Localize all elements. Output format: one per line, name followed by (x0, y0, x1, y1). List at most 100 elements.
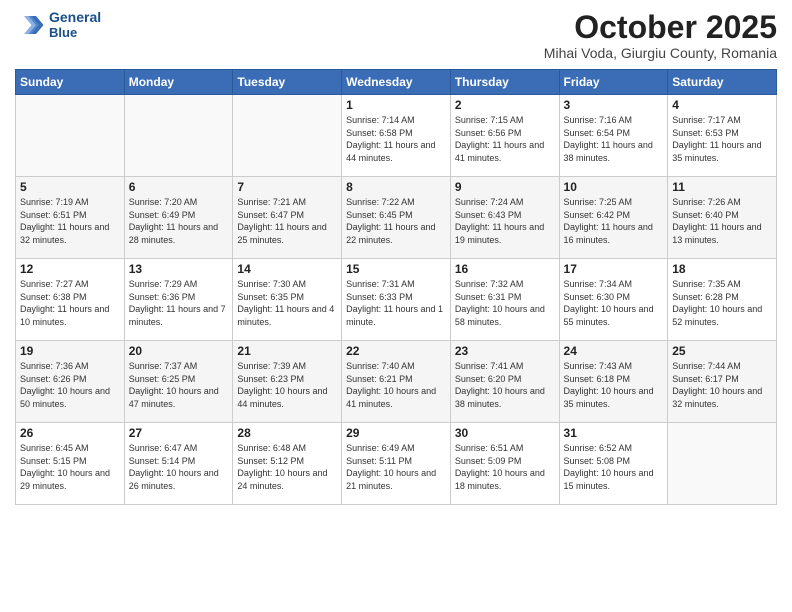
day-info: Sunrise: 7:19 AM Sunset: 6:51 PM Dayligh… (20, 196, 120, 246)
calendar-day-cell: 16Sunrise: 7:32 AM Sunset: 6:31 PM Dayli… (450, 259, 559, 341)
day-number: 15 (346, 262, 446, 276)
day-number: 29 (346, 426, 446, 440)
calendar-day-cell: 18 Sunrise: 7:35 AM Sunset: 6:28 PM Dayli… (668, 259, 777, 341)
day-info: Sunrise: 7:40 AM Sunset: 6:21 PM Dayligh… (346, 360, 446, 410)
day-number: 31 (564, 426, 664, 440)
day-info: Sunrise: 7:30 AM Sunset: 6:35 PM Dayligh… (237, 278, 337, 328)
calendar-day-cell: 1Sunrise: 7:14 AM Sunset: 6:58 PM Daylig… (342, 95, 451, 177)
day-info: Sunrise: 7:39 AM Sunset: 6:23 PM Dayligh… (237, 360, 337, 410)
calendar-week-row: 26Sunrise: 6:45 AM Sunset: 5:15 PM Dayli… (16, 423, 777, 505)
day-number: 19 (20, 344, 120, 358)
page: General Blue October 2025 Mihai Voda, Gi… (0, 0, 792, 612)
calendar-day-cell: 5 Sunrise: 7:19 AM Sunset: 6:51 PM Daylig… (16, 177, 125, 259)
day-number: 10 (564, 180, 664, 194)
day-number: 20 (129, 344, 229, 358)
day-info: Sunrise: 7:20 AM Sunset: 6:49 PM Dayligh… (129, 196, 229, 246)
calendar-day-cell: 30Sunrise: 6:51 AM Sunset: 5:09 PM Dayli… (450, 423, 559, 505)
subtitle: Mihai Voda, Giurgiu County, Romania (544, 45, 777, 61)
calendar-day-cell: 19 Sunrise: 7:36 AM Sunset: 6:26 PM Dayli… (16, 341, 125, 423)
calendar-day-cell: 25 Sunrise: 7:44 AM Sunset: 6:17 PM Dayli… (668, 341, 777, 423)
calendar-day-cell: 21 Sunrise: 7:39 AM Sunset: 6:23 PM Dayli… (233, 341, 342, 423)
calendar-day-cell: 27 Sunrise: 6:47 AM Sunset: 5:14 PM Dayli… (124, 423, 233, 505)
day-info: Sunrise: 7:24 AM Sunset: 6:43 PM Dayligh… (455, 196, 555, 246)
calendar-day-cell: 28Sunrise: 6:48 AM Sunset: 5:12 PM Dayli… (233, 423, 342, 505)
calendar-week-row: 5 Sunrise: 7:19 AM Sunset: 6:51 PM Daylig… (16, 177, 777, 259)
logo: General Blue (15, 10, 101, 40)
calendar-day-cell: 3 Sunrise: 7:16 AM Sunset: 6:54 PM Daylig… (559, 95, 668, 177)
day-info: Sunrise: 7:34 AM Sunset: 6:30 PM Dayligh… (564, 278, 664, 328)
title-area: October 2025 Mihai Voda, Giurgiu County,… (544, 10, 777, 61)
day-number: 30 (455, 426, 555, 440)
calendar-day-cell (16, 95, 125, 177)
calendar-day-cell: 20 Sunrise: 7:37 AM Sunset: 6:25 PM Dayli… (124, 341, 233, 423)
calendar-day-cell: 9 Sunrise: 7:24 AM Sunset: 6:43 PM Daylig… (450, 177, 559, 259)
calendar-day-cell: 12Sunrise: 7:27 AM Sunset: 6:38 PM Dayli… (16, 259, 125, 341)
day-number: 25 (672, 344, 772, 358)
day-number: 3 (564, 98, 664, 112)
day-info: Sunrise: 7:43 AM Sunset: 6:18 PM Dayligh… (564, 360, 664, 410)
day-info: Sunrise: 7:41 AM Sunset: 6:20 PM Dayligh… (455, 360, 555, 410)
calendar-day-cell: 26Sunrise: 6:45 AM Sunset: 5:15 PM Dayli… (16, 423, 125, 505)
calendar-header-cell: Friday (559, 70, 668, 95)
day-info: Sunrise: 7:27 AM Sunset: 6:38 PM Dayligh… (20, 278, 120, 328)
calendar-day-cell: 29 Sunrise: 6:49 AM Sunset: 5:11 PM Dayli… (342, 423, 451, 505)
calendar-header-cell: Sunday (16, 70, 125, 95)
calendar-day-cell: 7 Sunrise: 7:21 AM Sunset: 6:47 PM Daylig… (233, 177, 342, 259)
calendar-header-row: SundayMondayTuesdayWednesdayThursdayFrid… (16, 70, 777, 95)
calendar-day-cell: 8 Sunrise: 7:22 AM Sunset: 6:45 PM Daylig… (342, 177, 451, 259)
day-number: 26 (20, 426, 120, 440)
day-number: 5 (20, 180, 120, 194)
day-info: Sunrise: 7:15 AM Sunset: 6:56 PM Dayligh… (455, 114, 555, 164)
calendar-day-cell: 31 Sunrise: 6:52 AM Sunset: 5:08 PM Dayli… (559, 423, 668, 505)
logo-line2: Blue (49, 26, 101, 40)
month-title: October 2025 (544, 10, 777, 45)
calendar-day-cell (668, 423, 777, 505)
calendar-table: SundayMondayTuesdayWednesdayThursdayFrid… (15, 69, 777, 505)
day-number: 4 (672, 98, 772, 112)
header: General Blue October 2025 Mihai Voda, Gi… (15, 10, 777, 61)
day-info: Sunrise: 7:16 AM Sunset: 6:54 PM Dayligh… (564, 114, 664, 164)
day-info: Sunrise: 7:26 AM Sunset: 6:40 PM Dayligh… (672, 196, 772, 246)
calendar-header-cell: Monday (124, 70, 233, 95)
day-number: 27 (129, 426, 229, 440)
calendar-header-cell: Saturday (668, 70, 777, 95)
day-number: 8 (346, 180, 446, 194)
day-number: 2 (455, 98, 555, 112)
logo-icon (15, 10, 45, 40)
day-number: 6 (129, 180, 229, 194)
day-number: 23 (455, 344, 555, 358)
day-info: Sunrise: 7:36 AM Sunset: 6:26 PM Dayligh… (20, 360, 120, 410)
day-number: 14 (237, 262, 337, 276)
day-info: Sunrise: 7:37 AM Sunset: 6:25 PM Dayligh… (129, 360, 229, 410)
calendar-day-cell: 17 Sunrise: 7:34 AM Sunset: 6:30 PM Dayli… (559, 259, 668, 341)
day-number: 13 (129, 262, 229, 276)
day-info: Sunrise: 6:49 AM Sunset: 5:11 PM Dayligh… (346, 442, 446, 492)
calendar-day-cell: 10Sunrise: 7:25 AM Sunset: 6:42 PM Dayli… (559, 177, 668, 259)
day-number: 18 (672, 262, 772, 276)
logo-line1: General (49, 10, 101, 25)
day-info: Sunrise: 6:47 AM Sunset: 5:14 PM Dayligh… (129, 442, 229, 492)
day-info: Sunrise: 6:52 AM Sunset: 5:08 PM Dayligh… (564, 442, 664, 492)
calendar-header-cell: Tuesday (233, 70, 342, 95)
day-info: Sunrise: 7:22 AM Sunset: 6:45 PM Dayligh… (346, 196, 446, 246)
day-info: Sunrise: 7:35 AM Sunset: 6:28 PM Dayligh… (672, 278, 772, 328)
day-info: Sunrise: 7:14 AM Sunset: 6:58 PM Dayligh… (346, 114, 446, 164)
day-info: Sunrise: 7:44 AM Sunset: 6:17 PM Dayligh… (672, 360, 772, 410)
day-number: 11 (672, 180, 772, 194)
day-info: Sunrise: 6:48 AM Sunset: 5:12 PM Dayligh… (237, 442, 337, 492)
calendar-day-cell: 22Sunrise: 7:40 AM Sunset: 6:21 PM Dayli… (342, 341, 451, 423)
day-info: Sunrise: 7:17 AM Sunset: 6:53 PM Dayligh… (672, 114, 772, 164)
day-number: 16 (455, 262, 555, 276)
day-number: 9 (455, 180, 555, 194)
calendar-day-cell: 23 Sunrise: 7:41 AM Sunset: 6:20 PM Dayli… (450, 341, 559, 423)
calendar-day-cell: 2 Sunrise: 7:15 AM Sunset: 6:56 PM Daylig… (450, 95, 559, 177)
calendar-day-cell: 13 Sunrise: 7:29 AM Sunset: 6:36 PM Dayli… (124, 259, 233, 341)
day-number: 21 (237, 344, 337, 358)
day-info: Sunrise: 7:29 AM Sunset: 6:36 PM Dayligh… (129, 278, 229, 328)
day-number: 17 (564, 262, 664, 276)
calendar-header-cell: Wednesday (342, 70, 451, 95)
day-info: Sunrise: 7:21 AM Sunset: 6:47 PM Dayligh… (237, 196, 337, 246)
day-number: 24 (564, 344, 664, 358)
day-number: 7 (237, 180, 337, 194)
calendar-header-cell: Thursday (450, 70, 559, 95)
